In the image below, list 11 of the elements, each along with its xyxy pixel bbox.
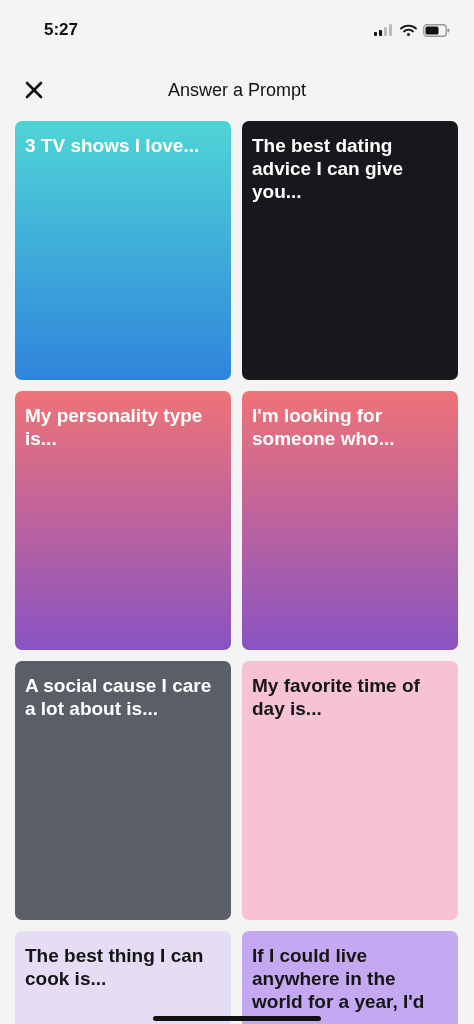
prompt-card[interactable]: A social cause I care a lot about is... (15, 661, 231, 920)
prompt-card[interactable]: The best dating advice I can give you... (242, 121, 458, 380)
signal-icon (374, 24, 394, 36)
wifi-icon (400, 24, 417, 36)
battery-icon (423, 23, 450, 37)
status-time: 5:27 (44, 20, 79, 40)
prompt-card[interactable]: My favorite time of day is... (242, 661, 458, 920)
close-button[interactable] (24, 80, 44, 100)
screen-title: Answer a Prompt (167, 79, 307, 101)
prompt-card[interactable]: The best thing I can cook is... (15, 931, 231, 1024)
prompt-card[interactable]: If I could live anywhere in the world for a year, I'd (242, 931, 458, 1024)
